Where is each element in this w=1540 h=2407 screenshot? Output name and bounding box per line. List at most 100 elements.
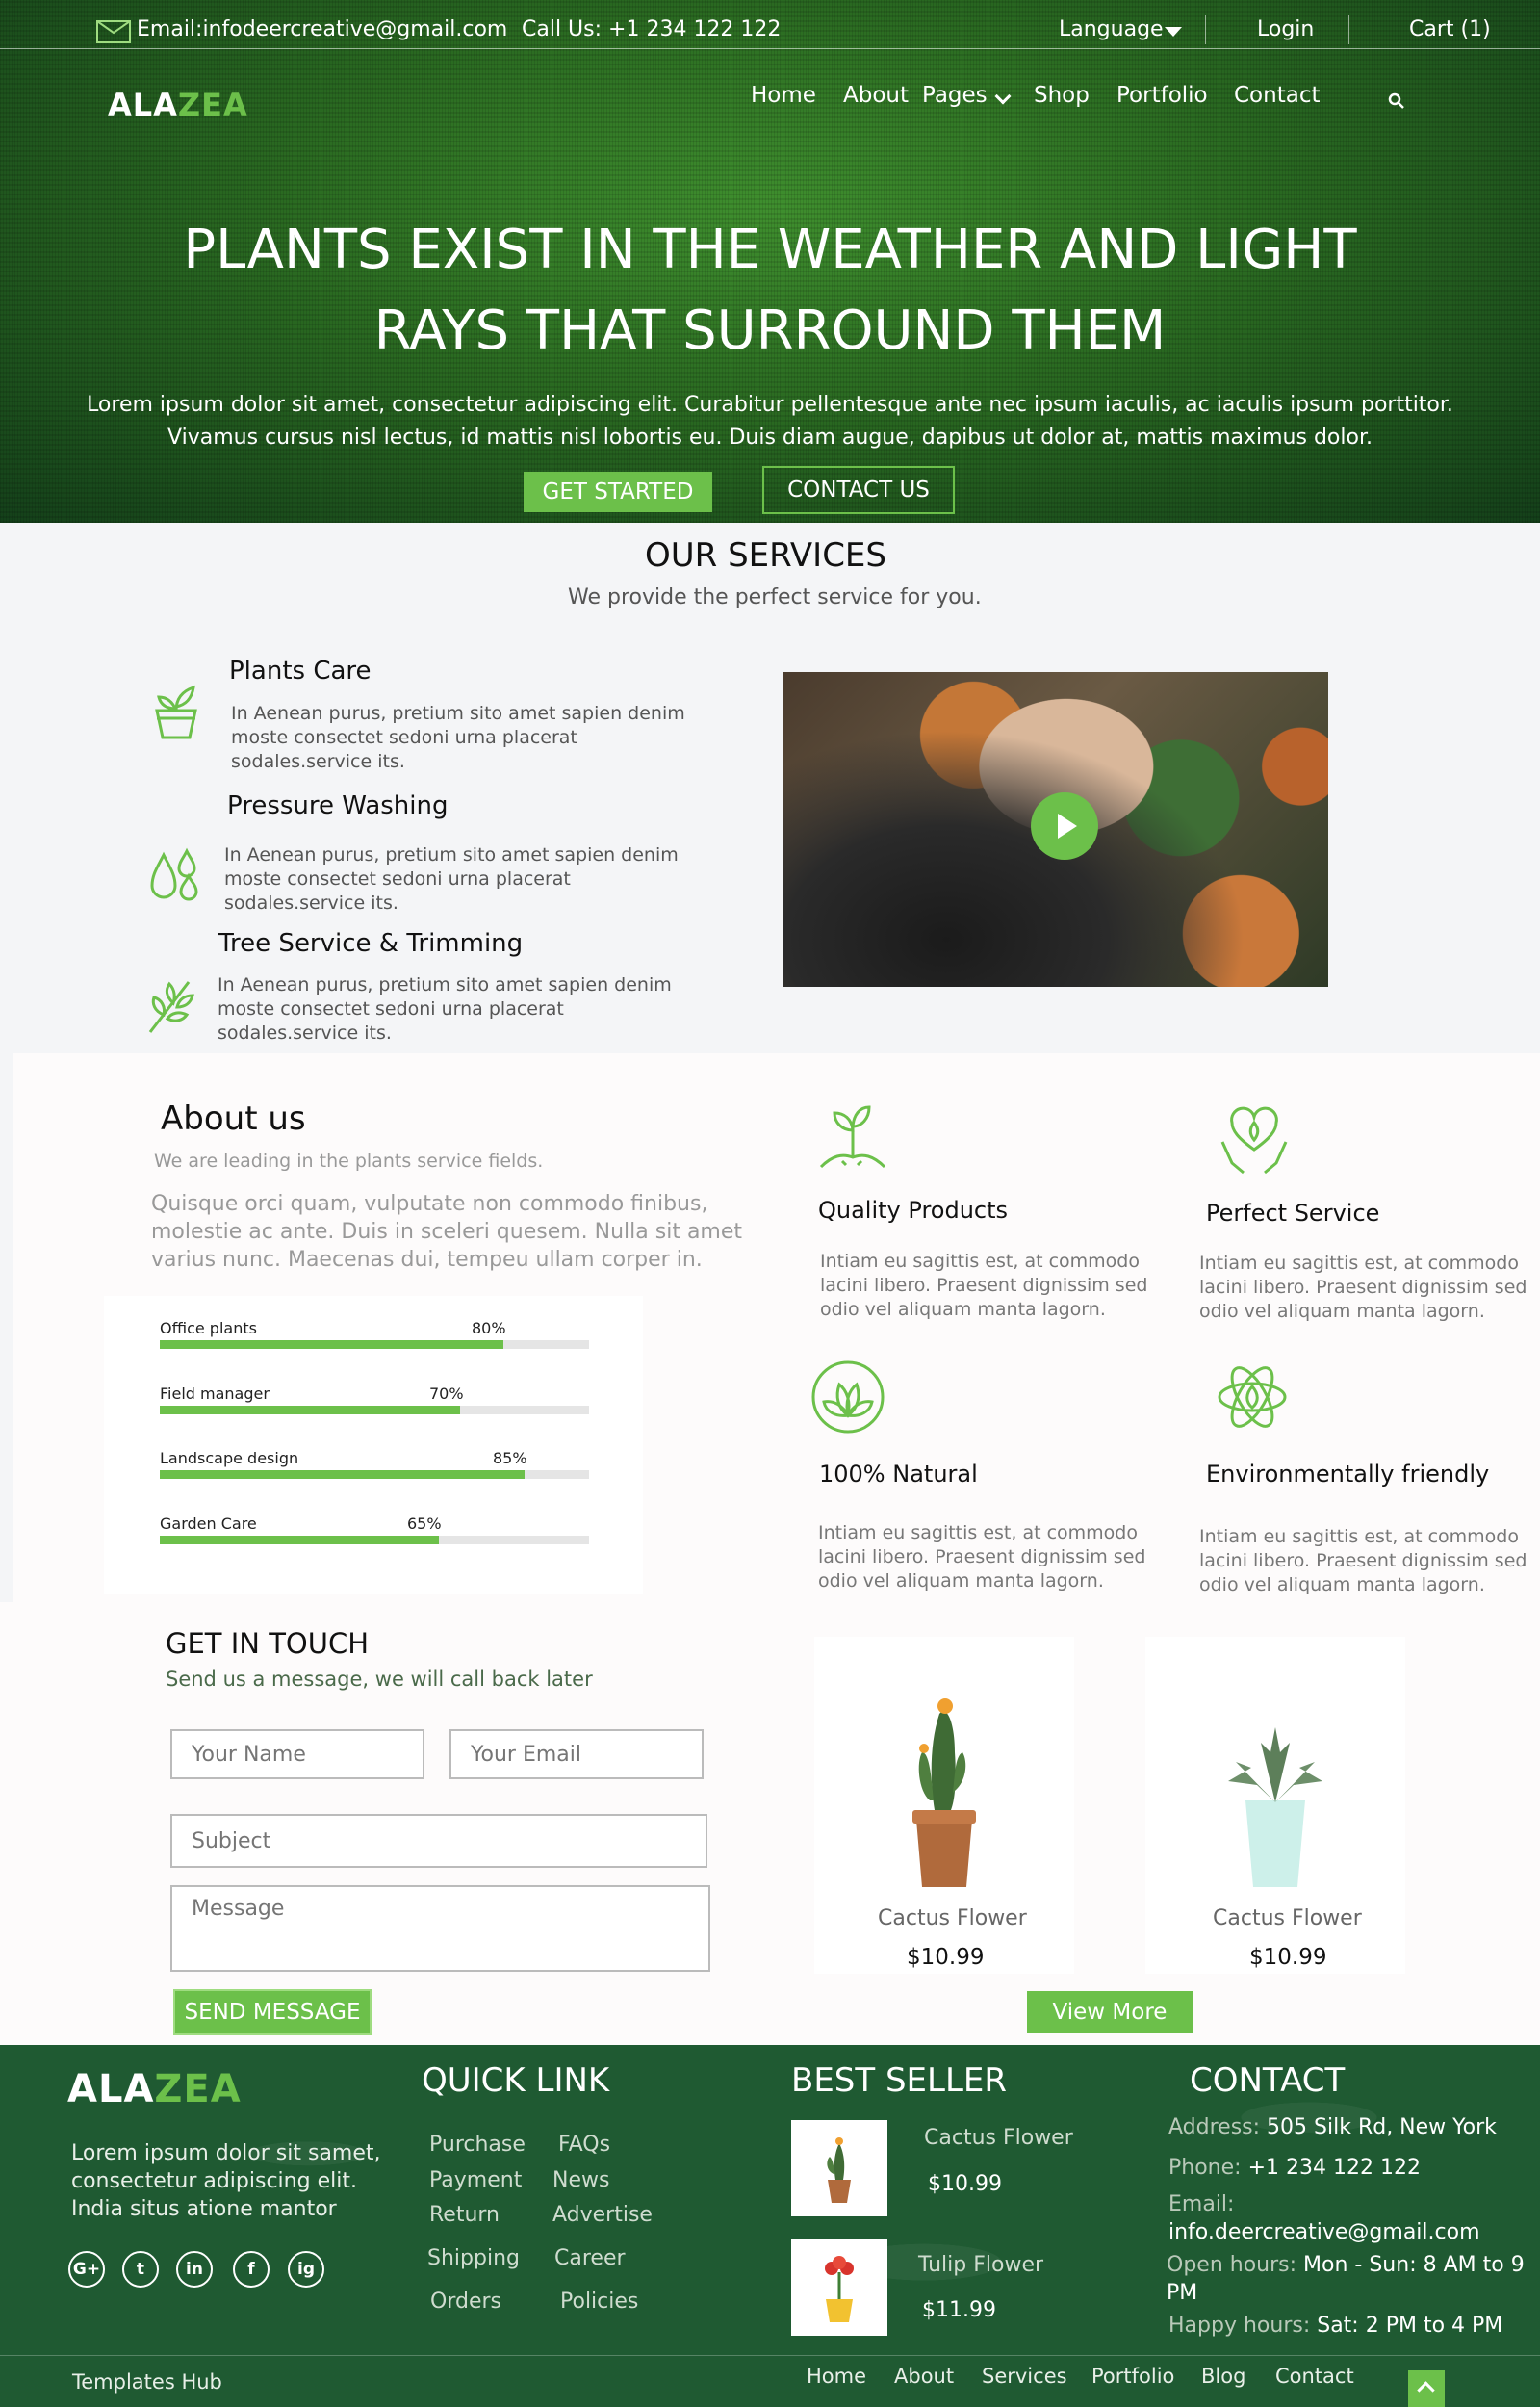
services-subtitle: We provide the perfect service for you. bbox=[568, 585, 982, 609]
address-value: 505 Silk Rd, New York bbox=[1267, 2115, 1497, 2139]
skill-progress-fill bbox=[160, 1536, 439, 1544]
twitter-icon[interactable]: t bbox=[122, 2251, 159, 2288]
footer-link-career[interactable]: Career bbox=[554, 2246, 626, 2270]
product-card[interactable]: Cactus Flower $10.99 bbox=[1145, 1637, 1405, 1974]
name-input[interactable] bbox=[170, 1729, 424, 1779]
footer-bottom-about[interactable]: About bbox=[894, 2365, 954, 2388]
nav-portfolio[interactable]: Portfolio bbox=[1116, 83, 1208, 108]
footer-logo-part2: ZEA bbox=[154, 2067, 242, 2111]
footer-link-return[interactable]: Return bbox=[429, 2203, 500, 2227]
phone-value[interactable]: +1 234 122 122 bbox=[1248, 2156, 1421, 2180]
topbar-divider bbox=[1205, 15, 1206, 44]
plant-pot-icon bbox=[149, 682, 203, 741]
best-seller-thumbnail[interactable] bbox=[791, 2239, 887, 2336]
feature-text-environmentally-friendly: Intiam eu sagittis est, at commodo lacin… bbox=[1199, 1526, 1527, 1595]
skill-label: Office plants bbox=[160, 1319, 257, 1337]
service-video-thumbnail[interactable] bbox=[783, 672, 1328, 987]
footer-link-shipping[interactable]: Shipping bbox=[427, 2246, 520, 2270]
services-title: OUR SERVICES bbox=[645, 536, 886, 575]
topbar-divider bbox=[1348, 15, 1349, 44]
service-text-tree-service: In Aenean purus, pretium sito amet sapie… bbox=[218, 974, 672, 1044]
footer-about-text: Lorem ipsum dolor sit samet, consectetur… bbox=[71, 2141, 381, 2221]
cart-link[interactable]: Cart (1) bbox=[1409, 17, 1491, 41]
get-started-button[interactable]: GET STARTED bbox=[524, 472, 712, 512]
email-label: Email: bbox=[1168, 2192, 1235, 2216]
happy-hours-label: Happy hours: bbox=[1168, 2314, 1311, 2338]
footer-link-purchase[interactable]: Purchase bbox=[429, 2133, 526, 2157]
nav-contact[interactable]: Contact bbox=[1234, 83, 1320, 108]
product-name: Cactus Flower bbox=[878, 1906, 1027, 1930]
send-message-button[interactable]: SEND MESSAGE bbox=[173, 1989, 372, 2035]
footer-bottom-services[interactable]: Services bbox=[982, 2365, 1067, 2388]
message-textarea[interactable] bbox=[170, 1885, 710, 1972]
feature-title-environmentally-friendly: Environmentally friendly bbox=[1206, 1461, 1490, 1488]
service-text-pressure-washing: In Aenean purus, pretium sito amet sapie… bbox=[224, 844, 679, 914]
topbar-phone[interactable]: Call Us: +1 234 122 122 bbox=[522, 17, 781, 41]
best-seller-name[interactable]: Cactus Flower bbox=[924, 2126, 1073, 2150]
footer-link-news[interactable]: News bbox=[552, 2168, 609, 2192]
address-label: Address: bbox=[1168, 2115, 1261, 2139]
service-title-plants-care: Plants Care bbox=[229, 657, 372, 686]
contact-us-button[interactable]: CONTACT US bbox=[762, 466, 955, 514]
water-drops-icon bbox=[148, 847, 202, 907]
product-name: Cactus Flower bbox=[1213, 1906, 1362, 1930]
nav-home[interactable]: Home bbox=[751, 83, 816, 108]
facebook-icon[interactable]: f bbox=[233, 2251, 270, 2288]
best-seller-name[interactable]: Tulip Flower bbox=[918, 2253, 1043, 2277]
footer-phone: Phone: +1 234 122 122 bbox=[1168, 2154, 1534, 2182]
footer-link-faqs[interactable]: FAQs bbox=[558, 2133, 610, 2157]
skill-label: Field manager bbox=[160, 1385, 270, 1403]
footer-bottom-blog[interactable]: Blog bbox=[1201, 2365, 1245, 2388]
service-title-tree-service: Tree Service & Trimming bbox=[218, 929, 524, 958]
footer-logo[interactable]: ALAZEA bbox=[67, 2067, 242, 2111]
caret-down-icon[interactable] bbox=[1165, 27, 1182, 37]
footer-credit[interactable]: Templates Hub bbox=[72, 2370, 222, 2394]
about-lead: We are leading in the plants service fie… bbox=[154, 1151, 544, 1172]
footer-bottom-contact[interactable]: Contact bbox=[1275, 2365, 1354, 2388]
skill-percent: 70% bbox=[429, 1385, 464, 1403]
skill-percent: 80% bbox=[472, 1319, 506, 1337]
subject-input[interactable] bbox=[170, 1814, 707, 1868]
topbar-email[interactable]: Email:infodeercreative@gmail.com bbox=[137, 17, 507, 41]
skill-progress-track bbox=[160, 1536, 589, 1544]
eco-atom-icon bbox=[1213, 1358, 1292, 1436]
hero-section: Email:infodeercreative@gmail.com Call Us… bbox=[0, 0, 1540, 523]
nav-about[interactable]: About bbox=[843, 83, 909, 108]
nav-shop[interactable]: Shop bbox=[1034, 83, 1090, 108]
email-value[interactable]: info.deercreative@gmail.com bbox=[1168, 2218, 1534, 2246]
footer-bottom-home[interactable]: Home bbox=[807, 2365, 866, 2388]
login-link[interactable]: Login bbox=[1257, 17, 1314, 41]
product-card[interactable]: Cactus Flower $10.99 bbox=[814, 1637, 1074, 1974]
contact-title: CONTACT bbox=[1190, 2061, 1346, 2100]
footer-address: Address: 505 Silk Rd, New York bbox=[1168, 2113, 1534, 2141]
footer-link-orders[interactable]: Orders bbox=[430, 2290, 501, 2314]
footer-link-payment[interactable]: Payment bbox=[429, 2168, 522, 2192]
instagram-icon[interactable]: ig bbox=[288, 2251, 324, 2288]
quick-link-title: QUICK LINK bbox=[422, 2061, 610, 2100]
open-hours-value-cont: PM bbox=[1167, 2281, 1198, 2305]
back-to-top-icon[interactable] bbox=[1408, 2370, 1445, 2407]
nav-pages[interactable]: Pages bbox=[922, 83, 988, 108]
play-icon[interactable] bbox=[1031, 792, 1098, 860]
contact-subtitle: Send us a message, we will call back lat… bbox=[166, 1668, 593, 1691]
search-icon[interactable] bbox=[1388, 92, 1405, 110]
phone-label: Phone: bbox=[1168, 2156, 1242, 2180]
skill-percent: 65% bbox=[407, 1514, 442, 1533]
linkedin-icon[interactable]: in bbox=[176, 2251, 213, 2288]
site-logo[interactable]: ALAZEA bbox=[108, 87, 248, 123]
best-seller-price: $10.99 bbox=[928, 2172, 1002, 2196]
hero-title: PLANTS EXIST IN THE WEATHER AND LIGHT RA… bbox=[96, 210, 1444, 372]
feature-text-natural: Intiam eu sagittis est, at commodo lacin… bbox=[818, 1522, 1146, 1592]
footer-link-advertise[interactable]: Advertise bbox=[552, 2203, 653, 2227]
skill-label: Garden Care bbox=[160, 1514, 257, 1533]
chevron-down-icon[interactable] bbox=[994, 88, 1012, 105]
best-seller-thumbnail[interactable] bbox=[791, 2120, 887, 2216]
cactus-pot-image bbox=[891, 1685, 997, 1892]
google-plus-icon[interactable]: G+ bbox=[68, 2251, 105, 2288]
view-more-button[interactable]: View More bbox=[1027, 1991, 1193, 2033]
email-input[interactable] bbox=[449, 1729, 704, 1779]
footer-link-policies[interactable]: Policies bbox=[560, 2290, 638, 2314]
language-selector[interactable]: Language bbox=[1059, 17, 1164, 41]
footer-bottom-portfolio[interactable]: Portfolio bbox=[1091, 2365, 1174, 2388]
hero-description: Lorem ipsum dolor sit amet, consectetur … bbox=[87, 393, 1453, 450]
